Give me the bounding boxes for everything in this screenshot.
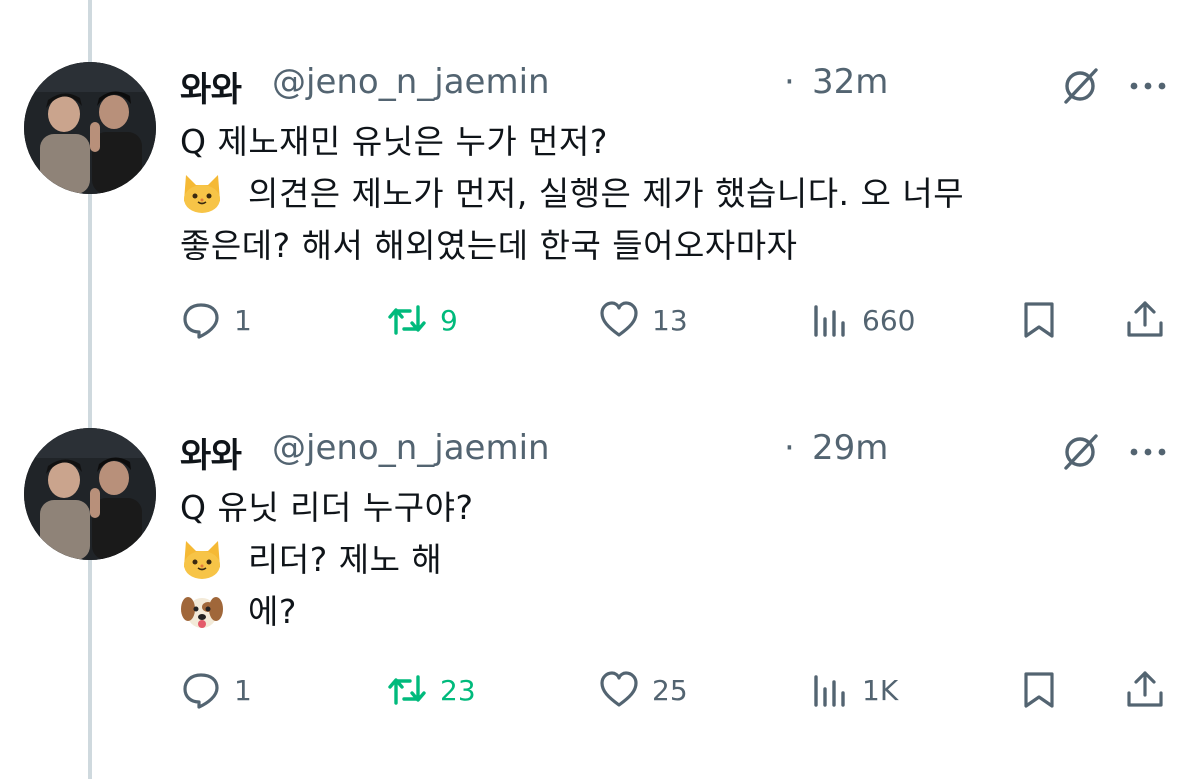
heart-icon [600,671,638,707]
avatar[interactable] [24,62,156,194]
tweet-line-text: Q 제노재민 유닛은 누가 먼저? [180,122,608,161]
like-button[interactable]: 25 [598,662,688,718]
tweet-line-text: 좋은데? 해서 해외였는데 한국 들어오자마자 [180,226,798,265]
heart-icon [600,301,638,337]
reply-icon [183,303,219,339]
reply-count: 1 [234,673,252,707]
more-options-icon[interactable] [1126,66,1170,106]
tweet-line-text: 의견은 제노가 먼저, 실행은 제가 했습니다. 오 너무 [248,174,965,213]
share-icon [1127,671,1163,707]
views-chart-icon [814,305,845,337]
retweet-button[interactable]: 23 [386,662,476,718]
tweet-header: 와와 @jeno_n_jaemin · 32m [180,58,1180,110]
tweet-text-line: Q 제노재민 유닛은 누가 먼저? [180,116,1180,168]
views-button[interactable]: 660 [808,292,915,348]
author-handle[interactable]: @jeno_n_jaemin [272,428,550,468]
like-count: 13 [652,303,688,337]
author-name[interactable]: 와와 [180,62,242,111]
like-button[interactable]: 13 [598,292,688,348]
tweet-line-text: Q 유닛 리더 누구야? [180,488,474,527]
separator-dot: · [784,428,795,468]
views-chart-icon [814,675,845,707]
tweet-text: Q 유닛 리더 누구야? 리더? 제노 해 에? [180,482,1180,638]
bookmark-icon [1024,302,1054,338]
author-handle[interactable]: @jeno_n_jaemin [272,62,550,102]
tweet-body: 와와 @jeno_n_jaemin · 29m Q 유닛 리더 누구야? 리더?… [180,424,1180,718]
tweet-line-text: 에? [248,592,297,631]
share-icon [1127,301,1163,337]
reply-button[interactable]: 1 [180,292,252,348]
share-button[interactable] [1124,662,1166,718]
retweet-button[interactable]: 9 [386,292,458,348]
grok-icon[interactable] [1058,430,1102,474]
views-button[interactable]: 1K [808,662,898,718]
cat-face-emoji-icon [180,171,224,215]
retweet-count: 9 [440,303,458,337]
cat-face-emoji-icon [180,537,224,581]
retweet-icon [388,675,426,705]
tweet-text-line: 좋은데? 해서 해외였는데 한국 들어오자마자 [180,220,1180,272]
tweet-text-line: 에? [180,586,1180,638]
bookmark-button[interactable] [1018,662,1060,718]
tweet-body: 와와 @jeno_n_jaemin · 32m Q 제노재민 유닛은 누가 먼저… [180,58,1180,348]
like-count: 25 [652,673,688,707]
avatar[interactable] [24,428,156,560]
tweet-line-text: 리더? 제노 해 [248,540,443,579]
reply-count: 1 [234,303,252,337]
retweet-icon [388,305,426,335]
timestamp[interactable]: 32m [812,62,888,102]
tweet-text-line: 의견은 제노가 먼저, 실행은 제가 했습니다. 오 너무 [180,168,1180,220]
author-name[interactable]: 와와 [180,428,242,477]
separator-dot: · [784,62,795,102]
dog-face-emoji-icon [180,589,224,633]
bookmark-icon [1024,672,1054,708]
tweet-text: Q 제노재민 유닛은 누가 먼저? 의견은 제노가 먼저, 실행은 제가 했습니… [180,116,1180,272]
tweet-actions: 1 23 25 1K [180,662,1180,718]
bookmark-button[interactable] [1018,292,1060,348]
reply-icon [183,673,219,709]
grok-icon[interactable] [1058,64,1102,108]
timestamp[interactable]: 29m [812,428,888,468]
share-button[interactable] [1124,292,1166,348]
tweet-text-line: 리더? 제노 해 [180,534,1180,586]
reply-button[interactable]: 1 [180,662,252,718]
more-options-icon[interactable] [1126,432,1170,472]
tweet-actions: 1 9 13 660 [180,292,1180,348]
retweet-count: 23 [440,673,476,707]
tweet-text-line: Q 유닛 리더 누구야? [180,482,1180,534]
view-count: 660 [862,303,916,337]
tweet-header: 와와 @jeno_n_jaemin · 29m [180,424,1180,476]
view-count: 1K [862,673,899,707]
